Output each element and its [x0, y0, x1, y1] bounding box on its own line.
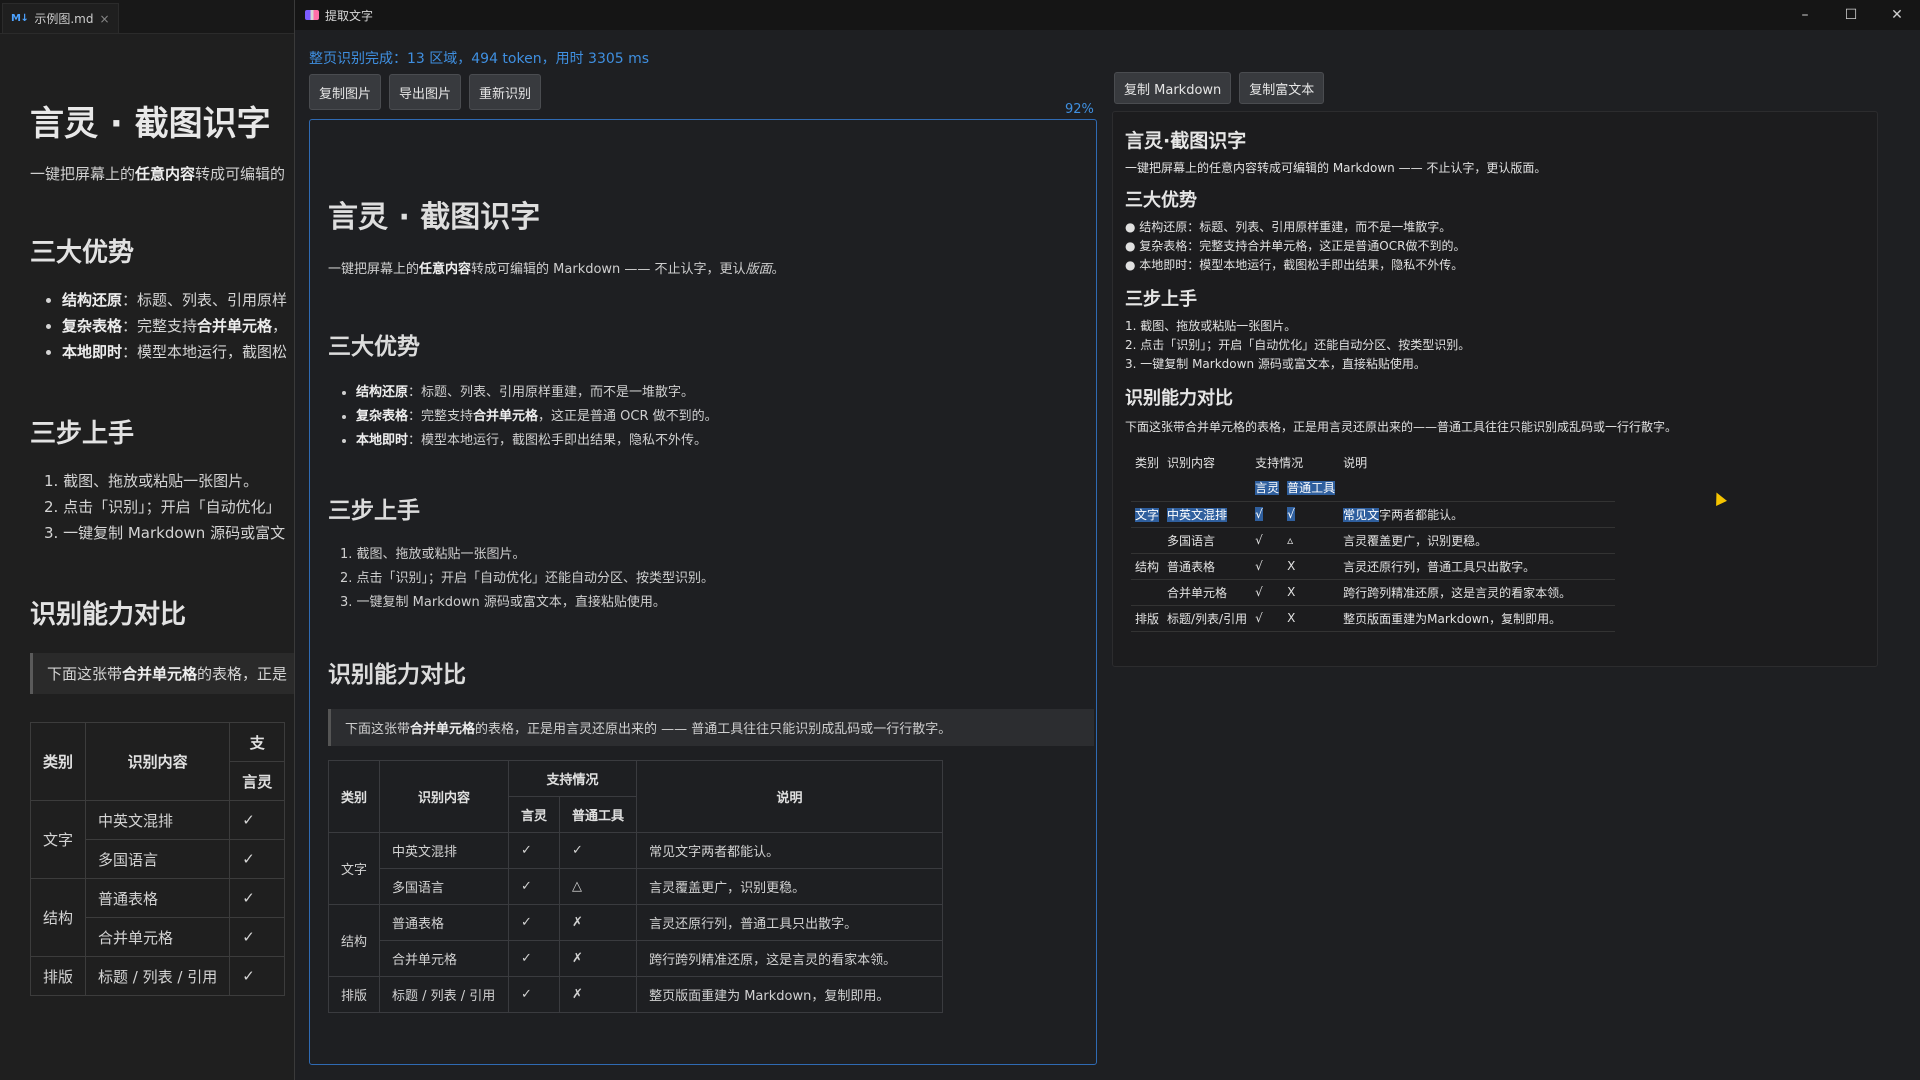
- list-item: 2. 点击「识别」；开启「自动优化」还能自动分区、按类型识别。: [1125, 338, 1471, 352]
- rich-advantage-list: ● 结构还原：标题、列表、引用原样重建，而不是一堆散字。 ● 复杂表格：完整支持…: [1125, 218, 1877, 275]
- table-row: 多国语言 ✓ △ 言灵覆盖更广，识别更稳。: [329, 868, 944, 905]
- table-header: 类别: [29, 722, 87, 801]
- rich-heading: 言灵·截图识字: [1125, 130, 1247, 152]
- list-item: 结构还原：标题、列表、引用原样重建，而不是一堆散字。: [356, 381, 1088, 405]
- preview-blockquote: 下面这张带合并单元格的表格，正是用言灵还原出来的 —— 普通工具往往只能识别成乱…: [328, 709, 1094, 746]
- rich-steps-list: 1. 截图、拖放或粘贴一张图片。 2. 点击「识别」；开启「自动优化」还能自动分…: [1125, 317, 1877, 374]
- rich-table: 类别 识别内容 支持情况 说明 言灵 普通工具 文字 中英文混排 √ √ 常见文…: [1131, 449, 1616, 632]
- editor-steps-list: 1. 截图、拖放或粘贴一张图片。 2. 点击「识别」；开启「自动优化」 3. 一…: [30, 468, 300, 546]
- list-item: ● 复杂表格：完整支持合并单元格，这正是普通OCR做不到的。: [1125, 239, 1466, 253]
- table-row: 文字 中英文混排 ✓: [29, 800, 286, 879]
- table-row: 文字 中英文混排 ✓ ✓ 常见文字两者都能认。: [327, 832, 944, 905]
- table-row: 合并单元格 √ X 跨行跨列精准还原，这是言灵的看家本领。: [1131, 579, 1616, 606]
- preview-intro: 一键把屏幕上的任意内容转成可编辑的 Markdown —— 不止认字，更认版面。: [328, 262, 785, 277]
- editor-table: 类别 识别内容 支 言灵 文字 中英文混排 ✓ 多国语言 ✓ 结构 普通表格 ✓ 合并单元…: [29, 722, 286, 996]
- table-row: 结构 普通表格 ✓ ✗ 言灵还原行列，普通工具只出散字。: [327, 904, 944, 977]
- list-item: 3. 一键复制 Markdown 源码或富文: [44, 524, 286, 542]
- list-item: 结构还原：标题、列表、引用原样: [62, 287, 300, 313]
- title-bar[interactable]: 提取文字 – ☐ ✕: [295, 0, 1920, 30]
- table-row: 言灵 普通工具: [1131, 475, 1616, 502]
- text-toolbar: 复制 Markdown 复制富文本: [1114, 72, 1325, 104]
- export-image-button[interactable]: 导出图片: [389, 74, 462, 110]
- editor-tab[interactable]: M↓ 示例图.md ×: [2, 3, 119, 33]
- image-preview[interactable]: 言灵 · 截图识字 一键把屏幕上的任意内容转成可编辑的 Markdown —— …: [309, 119, 1097, 1065]
- table-row: 排版 标题 / 列表 / 引用 ✓ ✗ 整页版面重建为 Markdown，复制即用。: [327, 976, 944, 1013]
- rich-text-result[interactable]: 言灵·截图识字 一键把屏幕上的任意内容转成可编辑的 Markdown —— 不止…: [1112, 111, 1878, 667]
- table-header: 支: [229, 722, 286, 762]
- app-icon: [305, 10, 319, 20]
- editor-advantage-list: 结构还原：标题、列表、引用原样 复杂表格：完整支持合并单元格， 本地即时：模型本…: [30, 287, 300, 365]
- table-row: 排版 标题/列表/引用 √ X 整页版面重建为Markdown，复制即用。: [1131, 605, 1616, 632]
- table-header: 言灵: [229, 761, 286, 801]
- list-item: 本地即时：模型本地运行，截图松: [62, 339, 300, 365]
- window-title: 提取文字: [325, 8, 374, 23]
- preview-table: 类别 识别内容 支持情况 说明 言灵 普通工具 文字 中英文混排 ✓ ✓ 常见文字两者都…: [327, 760, 944, 1013]
- status-text: 整页识别完成：13 区域，494 token，用时 3305 ms: [309, 51, 650, 67]
- editor-tab-title: 示例图.md: [34, 12, 94, 26]
- list-item: 本地即时：模型本地运行，截图松手即出结果，隐私不外传。: [356, 429, 1088, 453]
- list-item: 复杂表格：完整支持合并单元格，: [62, 313, 300, 339]
- minimize-button[interactable]: –: [1782, 0, 1828, 30]
- list-item: 1. 截图、拖放或粘贴一张图片。: [340, 547, 526, 562]
- editor-blockquote: 下面这张带合并单元格的表格，正是: [30, 653, 300, 694]
- table-row: 类别 识别内容 支持情况 说明: [1135, 455, 1368, 470]
- rich-compare-intro: 下面这张带合并单元格的表格，正是用言灵还原出来的——普通工具往往只能识别成乱码或…: [1125, 420, 1678, 434]
- rich-intro: 一键把屏幕上的任意内容转成可编辑的 Markdown —— 不止认字，更认版面。: [1125, 161, 1547, 175]
- list-item: ● 本地即时：模型本地运行，截图松手即出结果，隐私不外传。: [1125, 258, 1464, 272]
- markdown-icon: M↓: [11, 13, 29, 24]
- image-toolbar: 复制图片 导出图片 重新识别: [309, 74, 542, 110]
- editor-h2-steps: 三步上手: [30, 419, 135, 449]
- editor-tab-bar: M↓ 示例图.md ×: [0, 0, 300, 34]
- table-row: 结构 普通表格 √ X 言灵还原行列，普通工具只出散字。: [1131, 553, 1616, 580]
- window-controls: – ☐ ✕: [1782, 0, 1920, 30]
- table-header: 识别内容: [379, 760, 510, 833]
- list-item: ● 结构还原：标题、列表、引用原样重建，而不是一堆散字。: [1125, 220, 1452, 234]
- rerecognize-button[interactable]: 重新识别: [469, 74, 542, 110]
- copy-image-button[interactable]: 复制图片: [309, 74, 382, 110]
- background-editor: M↓ 示例图.md × 言灵 · 截图识字 一键把屏幕上的任意内容转成可编辑的 …: [0, 0, 300, 1080]
- list-item: 1. 截图、拖放或粘贴一张图片。: [1125, 319, 1297, 333]
- list-item: 2. 点击「识别」；开启「自动优化」还能自动分区、按类型识别。: [340, 571, 715, 586]
- copy-rich-text-button[interactable]: 复制富文本: [1239, 72, 1325, 104]
- table-header: 支持情况: [508, 760, 638, 797]
- table-row: 结构 普通表格 ✓: [29, 878, 286, 957]
- extract-text-window: 提取文字 – ☐ ✕ 整页识别完成：13 区域，494 token，用时 330…: [294, 0, 1920, 1080]
- table-row: 合并单元格 ✓ ✗ 跨行跨列精准还原，这是言灵的看家本领。: [329, 940, 944, 977]
- close-button[interactable]: ✕: [1874, 0, 1920, 30]
- editor-heading: 言灵 · 截图识字: [30, 104, 271, 144]
- table-header: 言灵: [508, 796, 561, 833]
- preview-content: 言灵 · 截图识字 一键把屏幕上的任意内容转成可编辑的 Markdown —— …: [327, 192, 1094, 1013]
- preview-h2-steps: 三步上手: [328, 498, 420, 524]
- list-item: 1. 截图、拖放或粘贴一张图片。: [44, 472, 259, 490]
- preview-steps-list: 1. 截图、拖放或粘贴一张图片。 2. 点击「识别」；开启「自动优化」还能自动分…: [328, 543, 1088, 615]
- table-header: 类别: [327, 760, 381, 833]
- rich-h2-compare: 识别能力对比: [1125, 388, 1233, 409]
- table-row: 文字 中英文混排 √ √ 常见文字两者都能认。: [1131, 501, 1616, 528]
- list-item: 3. 一键复制 Markdown 源码或富文本，直接粘贴使用。: [340, 595, 666, 610]
- preview-heading: 言灵 · 截图识字: [328, 200, 541, 235]
- table-header: 普通工具: [559, 796, 638, 833]
- table-row: 排版 标题 / 列表 / 引用 ✓: [29, 956, 286, 996]
- preview-h2-advantages: 三大优势: [328, 334, 420, 360]
- table-header: 识别内容: [85, 722, 231, 801]
- zoom-level: 92%: [1065, 102, 1094, 117]
- editor-intro: 一键把屏幕上的任意内容转成可编辑的: [30, 165, 286, 183]
- preview-advantage-list: 结构还原：标题、列表、引用原样重建，而不是一堆散字。 复杂表格：完整支持合并单元…: [328, 381, 1088, 453]
- table-row: 多国语言 √ ▵ 言灵覆盖更广，识别更稳。: [1131, 527, 1616, 554]
- rich-h2-advantages: 三大优势: [1125, 190, 1197, 211]
- editor-content: 言灵 · 截图识字 一键把屏幕上的任意内容转成可编辑的 三大优势 结构还原：标题…: [0, 34, 300, 996]
- editor-h2-advantages: 三大优势: [30, 238, 135, 268]
- rich-h2-steps: 三步上手: [1125, 289, 1197, 310]
- list-item: 复杂表格：完整支持合并单元格，这正是普通 OCR 做不到的。: [356, 405, 1088, 429]
- editor-h2-compare: 识别能力对比: [30, 600, 187, 630]
- close-icon[interactable]: ×: [99, 12, 109, 26]
- list-item: 3. 一键复制 Markdown 源码或富文本，直接粘贴使用。: [1125, 357, 1426, 371]
- list-item: 2. 点击「识别」；开启「自动优化」: [44, 498, 281, 516]
- table-header: 说明: [636, 760, 944, 833]
- preview-h2-compare: 识别能力对比: [328, 662, 466, 688]
- maximize-button[interactable]: ☐: [1828, 0, 1874, 30]
- copy-markdown-button[interactable]: 复制 Markdown: [1114, 72, 1232, 104]
